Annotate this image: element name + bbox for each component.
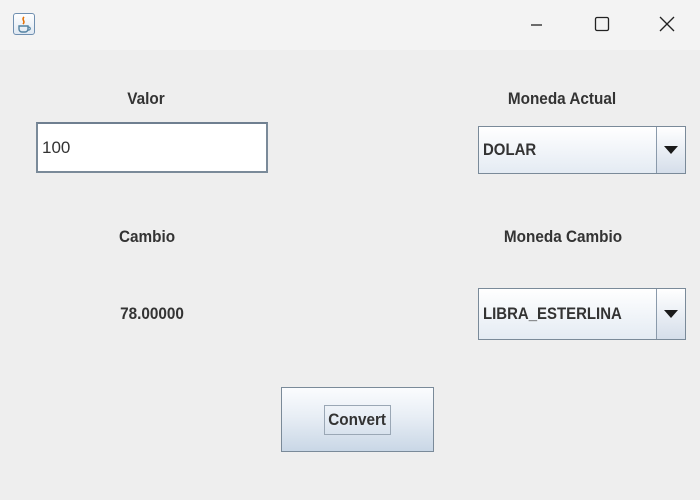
- title-bar: [0, 0, 700, 50]
- moneda-cambio-label: Moneda Cambio: [503, 227, 623, 246]
- chevron-down-icon: [664, 310, 678, 318]
- cambio-result: 78.00000: [120, 304, 184, 323]
- close-button[interactable]: [634, 0, 700, 50]
- maximize-button[interactable]: [569, 0, 635, 50]
- moneda-actual-label: Moneda Actual: [507, 89, 617, 108]
- convert-button-label: Convert: [328, 410, 387, 429]
- close-icon: [659, 16, 675, 32]
- valor-input[interactable]: [36, 122, 268, 173]
- cambio-label: Cambio: [118, 227, 176, 246]
- moneda-cambio-selected-value: LIBRA_ESTERLINA: [483, 304, 622, 323]
- moneda-actual-select[interactable]: DOLAR: [478, 126, 686, 174]
- valor-label: Valor: [127, 89, 165, 108]
- moneda-cambio-select[interactable]: LIBRA_ESTERLINA: [478, 288, 686, 340]
- convert-button-focus-ring: Convert: [324, 405, 391, 435]
- chevron-down-icon: [664, 146, 678, 154]
- java-app-icon[interactable]: [13, 13, 35, 35]
- maximize-icon: [594, 16, 610, 32]
- minimize-button[interactable]: [503, 0, 569, 50]
- moneda-actual-selected-value: DOLAR: [483, 140, 537, 159]
- app-window: Valor Moneda Actual DOLAR Cambio 78.0000…: [0, 0, 700, 500]
- convert-button[interactable]: Convert: [281, 387, 434, 452]
- moneda-cambio-dropdown-button[interactable]: [656, 289, 685, 339]
- moneda-actual-dropdown-button[interactable]: [656, 127, 685, 173]
- minimize-icon: [531, 24, 542, 26]
